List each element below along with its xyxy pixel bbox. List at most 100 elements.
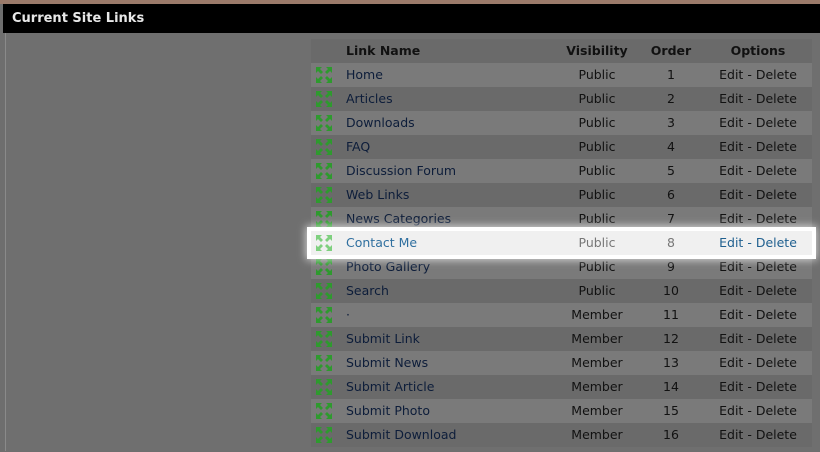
options-cell: Edit - Delete (708, 63, 808, 87)
link-name[interactable]: FAQ (346, 135, 370, 159)
delete-link[interactable]: Delete (756, 211, 797, 226)
options-cell: Edit - Delete (708, 87, 808, 111)
edit-link[interactable]: Edit (719, 427, 743, 442)
edit-link[interactable]: Edit (719, 307, 743, 322)
delete-link[interactable]: Delete (756, 163, 797, 178)
table-row: Submit News Member 13 Edit - Delete (311, 351, 812, 375)
table-row: Search Public 10 Edit - Delete (311, 279, 812, 303)
options-cell: Edit - Delete (708, 255, 808, 279)
link-name[interactable]: Search (346, 279, 389, 303)
order-cell: 9 (667, 259, 675, 274)
visibility-cell: Member (571, 355, 623, 370)
options-separator: - (747, 307, 752, 322)
delete-link[interactable]: Delete (756, 331, 797, 346)
order-cell: 4 (667, 139, 675, 154)
order-cell: 12 (663, 331, 679, 346)
visibility-cell: Public (578, 259, 616, 274)
edit-link[interactable]: Edit (719, 115, 743, 130)
edit-link[interactable]: Edit (719, 235, 743, 250)
table-row: Contact Me Public 8 Edit - Delete (311, 231, 812, 255)
options-separator: - (747, 91, 752, 106)
link-name[interactable]: Web Links (346, 183, 409, 207)
edit-link[interactable]: Edit (719, 67, 743, 82)
link-name[interactable]: Articles (346, 87, 393, 111)
options-separator: - (747, 331, 752, 346)
table-row: Downloads Public 3 Edit - Delete (311, 111, 812, 135)
order-cell: 14 (663, 379, 679, 394)
visibility-cell: Member (571, 379, 623, 394)
visibility-cell: Public (578, 91, 616, 106)
options-cell: Edit - Delete (708, 111, 808, 135)
table-row: · Member 11 Edit - Delete (311, 303, 812, 327)
table-row: Web Links Public 6 Edit - Delete (311, 183, 812, 207)
delete-link[interactable]: Delete (756, 67, 797, 82)
delete-link[interactable]: Delete (756, 115, 797, 130)
options-separator: - (747, 235, 752, 250)
link-name[interactable]: Submit Article (346, 375, 434, 399)
delete-link[interactable]: Delete (756, 259, 797, 274)
edit-link[interactable]: Edit (719, 331, 743, 346)
options-separator: - (747, 427, 752, 442)
options-cell: Edit - Delete (708, 399, 808, 423)
options-cell: Edit - Delete (708, 279, 808, 303)
options-cell: Edit - Delete (708, 351, 808, 375)
edit-link[interactable]: Edit (719, 139, 743, 154)
link-name[interactable]: Photo Gallery (346, 255, 430, 279)
delete-link[interactable]: Delete (756, 379, 797, 394)
table-header: Link Name Visibility Order Options (311, 39, 812, 63)
order-cell: 11 (663, 307, 679, 322)
order-cell: 10 (663, 283, 679, 298)
move-arrows-icon[interactable] (315, 231, 333, 260)
edit-link[interactable]: Edit (719, 91, 743, 106)
delete-link[interactable]: Delete (756, 355, 797, 370)
order-cell: 13 (663, 355, 679, 370)
link-name[interactable]: News Categories (346, 207, 451, 231)
edit-link[interactable]: Edit (719, 379, 743, 394)
edit-link[interactable]: Edit (719, 283, 743, 298)
edit-link[interactable]: Edit (719, 211, 743, 226)
delete-link[interactable]: Delete (756, 235, 797, 250)
options-separator: - (747, 403, 752, 418)
move-arrows-icon[interactable] (315, 423, 333, 452)
link-name[interactable]: Submit Link (346, 327, 420, 351)
link-name[interactable]: Downloads (346, 111, 415, 135)
delete-link[interactable]: Delete (756, 91, 797, 106)
edit-link[interactable]: Edit (719, 259, 743, 274)
options-separator: - (747, 139, 752, 154)
link-name[interactable]: Submit News (346, 351, 428, 375)
link-name[interactable]: Discussion Forum (346, 159, 456, 183)
edit-link[interactable]: Edit (719, 187, 743, 202)
site-links-table: Link Name Visibility Order Options Home … (311, 39, 812, 447)
options-cell: Edit - Delete (708, 327, 808, 351)
table-row: Articles Public 2 Edit - Delete (311, 87, 812, 111)
options-separator: - (747, 187, 752, 202)
visibility-cell: Public (578, 139, 616, 154)
options-separator: - (747, 355, 752, 370)
edit-link[interactable]: Edit (719, 403, 743, 418)
link-name[interactable]: Home (346, 63, 383, 87)
delete-link[interactable]: Delete (756, 283, 797, 298)
visibility-cell: Public (578, 163, 616, 178)
delete-link[interactable]: Delete (756, 187, 797, 202)
delete-link[interactable]: Delete (756, 403, 797, 418)
table-row: Home Public 1 Edit - Delete (311, 63, 812, 87)
order-cell: 15 (663, 403, 679, 418)
edit-link[interactable]: Edit (719, 355, 743, 370)
options-separator: - (747, 163, 752, 178)
table-row: Submit Link Member 12 Edit - Delete (311, 327, 812, 351)
table-row: FAQ Public 4 Edit - Delete (311, 135, 812, 159)
options-cell: Edit - Delete (708, 303, 808, 327)
header-options: Options (730, 43, 786, 58)
options-cell: Edit - Delete (708, 135, 808, 159)
link-name[interactable]: Submit Download (346, 423, 456, 447)
link-name[interactable]: Submit Photo (346, 399, 430, 423)
options-separator: - (747, 211, 752, 226)
delete-link[interactable]: Delete (756, 307, 797, 322)
edit-link[interactable]: Edit (719, 163, 743, 178)
options-cell: Edit - Delete (708, 375, 808, 399)
table-row: Submit Photo Member 15 Edit - Delete (311, 399, 812, 423)
link-name[interactable]: · (346, 303, 350, 327)
link-name[interactable]: Contact Me (346, 231, 417, 255)
delete-link[interactable]: Delete (756, 139, 797, 154)
delete-link[interactable]: Delete (756, 427, 797, 442)
